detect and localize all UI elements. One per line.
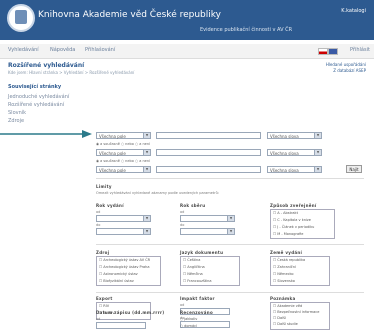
zdroj-label: Zdroj (96, 250, 110, 255)
nav-item-search[interactable]: Vyhledávání (8, 47, 39, 53)
zeme-list[interactable]: ☐ Česká republika ☐ Zahraniční ☐ Německo… (270, 256, 330, 286)
poznamka-option[interactable]: ☐ Další studie (273, 322, 298, 326)
zdroj-list[interactable]: ☐ Archeologický ústav AV ČR ☐ Archeologi… (96, 256, 161, 286)
to-label-1: do (96, 223, 101, 227)
zeme-option[interactable]: ☐ Slovensko (273, 279, 295, 283)
field-select-3[interactable]: Všechna pole ▼ (96, 166, 151, 173)
search-button[interactable]: Najít (346, 165, 362, 173)
jazyk-option[interactable]: ☐ Němčina (183, 272, 203, 276)
page-title: Rozšířené vyhledávání (8, 62, 85, 69)
zpusob-option[interactable]: ☐ A - Abstrakt (273, 211, 298, 215)
pointer-arrow-icon (0, 130, 92, 138)
query-input-1[interactable] (156, 132, 261, 139)
right-link-2[interactable]: Z databází ASEP (296, 68, 366, 73)
from-label-1: od (96, 210, 101, 214)
export-label: Export (96, 296, 113, 301)
zeme-label: Země vydání (270, 250, 303, 255)
sidebar-item-simple[interactable]: Jednoduché vyhledávání (8, 94, 78, 100)
nav-item-right[interactable]: Přihlásit (350, 47, 370, 53)
radio-row-2[interactable]: ◉ a současně ○ nebo ○ a není (96, 159, 150, 163)
rok-vydani-to[interactable]: ▼ (96, 228, 151, 235)
datum-from-input[interactable] (96, 322, 146, 329)
zdroj-option[interactable]: ☐ Archeologický ústav Praha (99, 265, 150, 269)
zdroj-option[interactable]: ☐ Archeologický ústav AV ČR (99, 258, 150, 262)
header-title: Knihovna Akademie věd České republiky (38, 10, 221, 20)
from-label-3: od (180, 303, 185, 307)
header-subtitle: Evidence publikační činnosti v AV ČR (200, 27, 293, 33)
recenze-option[interactable]: ○ jakkoliv (180, 317, 197, 321)
academy-logo (7, 4, 35, 32)
nav-item-login[interactable]: Přihlašování (85, 47, 115, 53)
rok-vydani-from[interactable]: ▼ (96, 215, 151, 222)
rok-sberu-label: Rok sběru (180, 203, 206, 208)
limits-heading: Limity (96, 184, 112, 189)
limits-note: Omezit vyhledávání vyhledané záznamy pod… (96, 191, 220, 195)
sidebar-item-dictionary[interactable]: Slovník (8, 110, 78, 116)
zdroj-option[interactable]: ☐ Biofyzikální ústav (99, 279, 134, 283)
jazyk-option[interactable]: ☐ Angličtina (183, 265, 205, 269)
poznamka-option[interactable]: ☐ Další (273, 316, 286, 320)
nav-item-help[interactable]: Nápověda (50, 47, 75, 53)
zeme-option[interactable]: ☐ Německo (273, 272, 294, 276)
zeme-option[interactable]: ☐ Česká republika (273, 258, 305, 262)
poznamka-option[interactable]: ☐ Akademie věd (273, 304, 302, 308)
rok-sberu-from[interactable]: ▼ (180, 215, 235, 222)
header-right-link[interactable]: K.katalogi (341, 8, 366, 14)
jazyk-option[interactable]: ☐ Francouzština (183, 279, 211, 283)
search-form: Všechna pole ▼ Všechna slova ▼ ◉ a současn… (90, 80, 368, 331)
zpusob-list[interactable]: ☐ A - Abstrakt ☐ C - Kapitola v knize ☐ … (270, 209, 335, 239)
jazyk-option[interactable]: ☐ Čeština (183, 258, 200, 262)
operator-select-2[interactable]: Všechna slova ▼ (267, 149, 322, 156)
poznamka-option[interactable]: ☐ Bezpečnostní informace (273, 310, 319, 314)
divider (96, 292, 364, 293)
flag-en-icon[interactable] (328, 48, 338, 55)
query-input-3[interactable] (156, 166, 261, 173)
field-select-2[interactable]: Všechna pole ▼ (96, 149, 151, 156)
recenze-option[interactable]: ○ domácí (180, 324, 197, 328)
operator-select-3[interactable]: Všechna slova ▼ (267, 166, 322, 173)
zeme-option[interactable]: ☐ Zahraniční (273, 265, 296, 269)
from-label-2: od (180, 210, 185, 214)
export-option[interactable]: ☐ RIV (99, 304, 109, 308)
operator-select-1[interactable]: Všechna slova ▼ (267, 132, 322, 139)
sidebar-heading: Související stránky (8, 84, 62, 90)
zpusob-option[interactable]: ☐ M - Monografie (273, 232, 303, 236)
poznamka-list[interactable]: ☐ Akademie věd ☐ Bezpečnostní informace … (270, 302, 330, 330)
jazyk-list[interactable]: ☐ Čeština ☐ Angličtina ☐ Němčina ☐ Franc… (180, 256, 240, 286)
zdroj-option[interactable]: ☐ Astronomický ústav (99, 272, 138, 276)
poznamka-label: Poznámka (270, 296, 296, 301)
zpusob-option[interactable]: ☐ C - Kapitola v knize (273, 218, 311, 222)
breadcrumb: Kde jsem: Hlavní stránka > Vyhledání > R… (8, 70, 135, 75)
rok-vydani-label: Rok vydání (96, 203, 124, 208)
header-bar: Knihovna Akademie věd České republiky K.… (0, 0, 374, 40)
jazyk-label: Jazyk dokumentu (180, 250, 224, 255)
zpusob-label: Způsob zveřejnění (270, 203, 317, 208)
recenze-label: Recenzováno (180, 310, 214, 315)
sidebar-item-advanced[interactable]: Rozšířené vyhledávání (8, 102, 78, 108)
to-label-2: do (180, 223, 185, 227)
query-input-2[interactable] (156, 149, 261, 156)
datum-label: Datum zápisu (dd.mm.rrrr) (96, 310, 165, 315)
right-link-1[interactable]: Hledané uspořádání (296, 62, 366, 67)
zpusob-option[interactable]: ☐ J - Článek v periodiku (273, 225, 314, 229)
rok-sberu-to[interactable]: ▼ (180, 228, 235, 235)
divider (96, 244, 364, 245)
from-label-4: od (96, 317, 101, 321)
divider (96, 178, 364, 179)
field-select-1[interactable]: Všechna pole ▼ (96, 132, 151, 139)
flag-cz-icon[interactable] (318, 48, 328, 55)
impakt-label: Impakt faktor (180, 296, 215, 301)
radio-row-1[interactable]: ◉ a současně ○ nebo ○ a není (96, 142, 150, 146)
